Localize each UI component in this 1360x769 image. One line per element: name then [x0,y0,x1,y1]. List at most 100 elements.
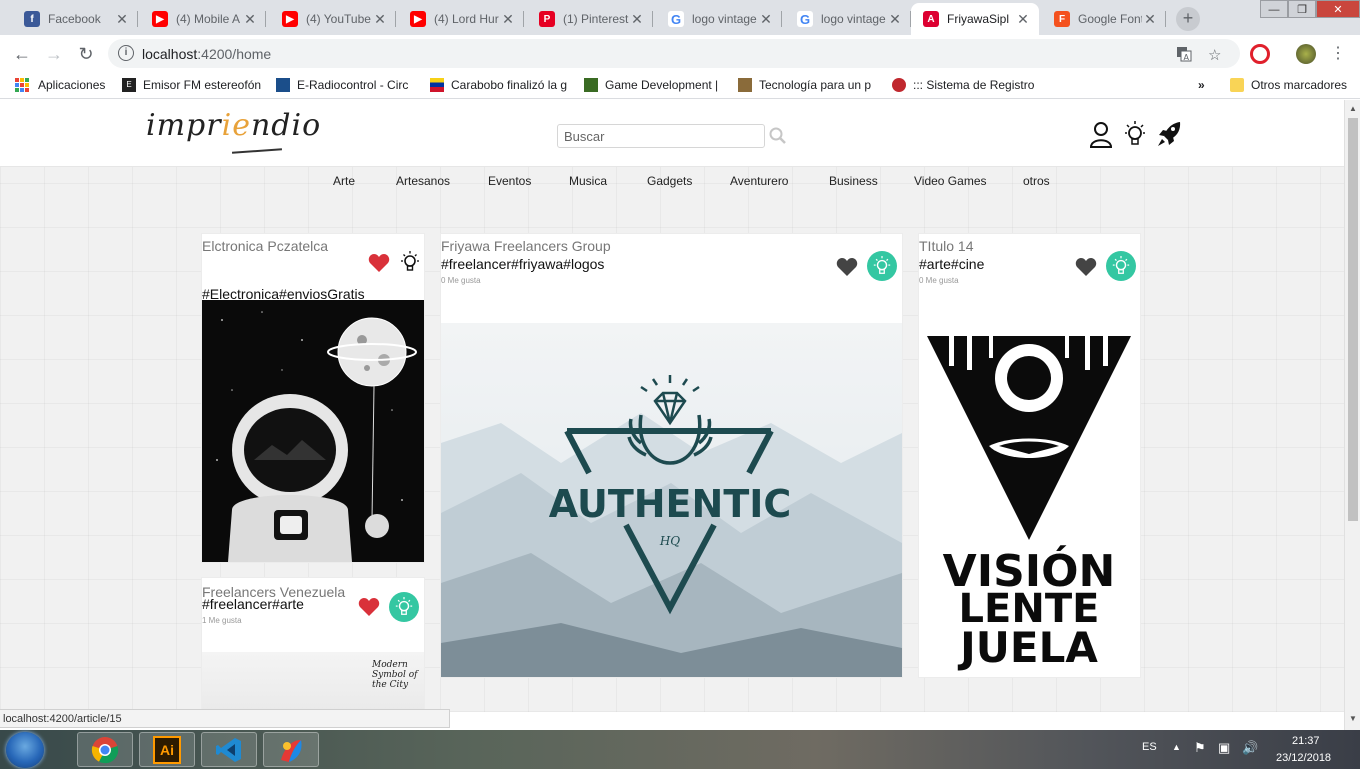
menu-icon[interactable]: ⋮ [1326,42,1350,66]
idea-button[interactable] [389,592,419,622]
user-icon[interactable] [1088,120,1114,148]
close-tab-icon[interactable]: ✕ [242,11,258,28]
astronaut-image[interactable] [202,300,424,562]
taskbar-vscode[interactable] [201,732,257,767]
close-window-button[interactable]: ✕ [1316,0,1360,18]
search-icon[interactable] [768,126,788,146]
scroll-up-arrow-icon[interactable]: ▲ [1349,104,1357,113]
like-heart-icon[interactable] [358,597,380,617]
authentic-logo-image[interactable]: AUTHENTIC HQ [441,323,902,677]
action-center-flag-icon[interactable]: ⚑ [1194,740,1206,756]
category-link-arte[interactable]: Arte [333,174,355,188]
lightbulb-icon[interactable] [1122,120,1148,148]
url-path: :4200/home [197,46,272,62]
start-button[interactable] [6,732,44,768]
card-title[interactable]: TItulo 14 [919,238,973,254]
reload-icon[interactable]: ↻ [74,42,98,66]
clock-date[interactable]: 23/12/2018 [1276,752,1331,764]
volume-icon[interactable]: 🔊 [1242,740,1258,756]
category-link-musica[interactable]: Musica [569,174,607,188]
translate-icon[interactable]: A [1176,46,1192,66]
browser-tab[interactable]: P (1) Pinterest ✕ [527,3,653,35]
close-tab-icon[interactable]: ✕ [629,11,645,28]
browser-tab[interactable]: F Google Font ✕ [1042,3,1166,35]
category-link-aventurero[interactable]: Aventurero [730,174,788,188]
language-indicator[interactable]: ES [1142,741,1157,753]
category-link-business[interactable]: Business [829,174,878,188]
like-heart-icon[interactable] [836,257,858,277]
profile-avatar[interactable] [1296,44,1316,64]
idea-button[interactable] [1106,251,1136,281]
category-link-artesanos[interactable]: Artesanos [396,174,450,188]
card-image[interactable]: Modern Symbol of the City [202,652,424,712]
close-tab-icon[interactable]: ✕ [114,11,130,28]
close-tab-icon[interactable]: ✕ [500,11,516,28]
article-card[interactable]: Friyawa Freelancers Group #freelancer#fr… [441,234,902,677]
back-icon[interactable]: ← [10,42,34,66]
browser-tab[interactable]: ▶ (4) Mobile A ✕ [140,3,266,35]
poster-line-3: JUELA [957,623,1098,672]
close-tab-icon[interactable]: ✕ [372,11,388,28]
search-input[interactable] [557,124,765,148]
lightbulb-icon [1112,256,1130,274]
idea-button[interactable] [867,251,897,281]
forward-icon[interactable]: → [42,42,66,66]
like-heart-icon[interactable] [1075,257,1097,277]
page-scrollbar[interactable]: ▲ ▼ [1344,100,1360,730]
bookmark-item[interactable]: ::: Sistema de Registro [892,78,1034,92]
opera-extension-icon[interactable] [1250,44,1270,64]
bookmark-item[interactable]: E-Radiocontrol - Circ [276,78,408,92]
bookmark-star-icon[interactable]: ☆ [1208,46,1221,64]
scrollbar-thumb[interactable] [1348,118,1358,521]
bookmark-item[interactable]: Carabobo finalizó la g [430,78,567,92]
browser-tab[interactable]: Glogo vintage ✕ [656,3,782,35]
bookmark-item[interactable]: E Emisor FM estereofón [122,78,261,92]
category-link-gadgets[interactable]: Gadgets [647,174,692,188]
rocket-icon[interactable] [1156,120,1182,148]
maximize-button[interactable]: ❐ [1288,0,1316,18]
close-tab-icon[interactable]: ✕ [1142,11,1158,28]
category-link-otros[interactable]: otros [1023,174,1050,188]
card-title[interactable]: Friyawa Freelancers Group [441,238,611,254]
like-heart-icon[interactable] [368,253,390,273]
clock-time[interactable]: 21:37 [1292,735,1320,747]
new-tab-button[interactable]: + [1176,7,1200,31]
browser-tab[interactable]: ▶ (4) Lord Hur ✕ [398,3,524,35]
bookmark-item[interactable]: Game Development | [584,78,718,92]
browser-tab[interactable]: f Facebook ✕ [12,3,138,35]
site-info-icon[interactable]: i [118,45,134,61]
site-logo[interactable]: impriendio [146,108,321,143]
angular-icon: A [923,11,939,27]
article-card[interactable]: TItulo 14 #arte#cine 0 Me gusta VISIÓN L… [919,234,1140,677]
close-tab-icon[interactable]: ✕ [1015,11,1031,28]
scroll-down-arrow-icon[interactable]: ▼ [1349,714,1357,723]
show-hidden-icons[interactable]: ▲ [1172,742,1181,752]
taskbar-app[interactable] [263,732,319,767]
bookmark-label: ::: Sistema de Registro [913,78,1035,92]
browser-tab[interactable]: A FriyawaSipl ✕ [911,3,1039,35]
article-card[interactable]: Elctronica Pczatelca #Electronica#envios… [202,234,424,562]
card-title[interactable]: Elctronica Pczatelca [202,238,328,254]
more-bookmarks-label: » [1198,78,1205,92]
other-bookmarks-folder[interactable]: Otros marcadores [1230,78,1347,92]
url-text[interactable]: localhost:4200/home [142,46,271,62]
article-card[interactable]: Freelancers Venezuela #freelancer#arte 1… [202,578,424,712]
bookmark-item[interactable]: Tecnología para un p [738,78,871,92]
minimize-button[interactable]: — [1260,0,1288,18]
close-tab-icon[interactable]: ✕ [758,11,774,28]
bookmark-label: Otros marcadores [1251,78,1348,92]
browser-tab[interactable]: Glogo vintage ✕ [785,3,911,35]
window-controls: — ❐ ✕ [1260,0,1360,18]
more-bookmarks-button[interactable]: » [1198,78,1205,92]
lightbulb-icon[interactable] [399,250,421,274]
taskbar-chrome[interactable] [77,732,133,767]
vision-lente-juela-image[interactable]: VISIÓN LENTE JUELA [919,322,1140,677]
category-link-video-games[interactable]: Video Games [914,174,987,188]
address-bar[interactable]: i localhost:4200/home A ☆ [108,39,1240,68]
taskbar-illustrator[interactable]: Ai [139,732,195,767]
close-tab-icon[interactable]: ✕ [887,11,903,28]
category-link-eventos[interactable]: Eventos [488,174,531,188]
bookmark-apps[interactable]: Aplicaciones [15,78,105,92]
browser-tab[interactable]: ▶ (4) YouTube ✕ [270,3,396,35]
network-icon[interactable]: ▣ [1218,740,1230,756]
